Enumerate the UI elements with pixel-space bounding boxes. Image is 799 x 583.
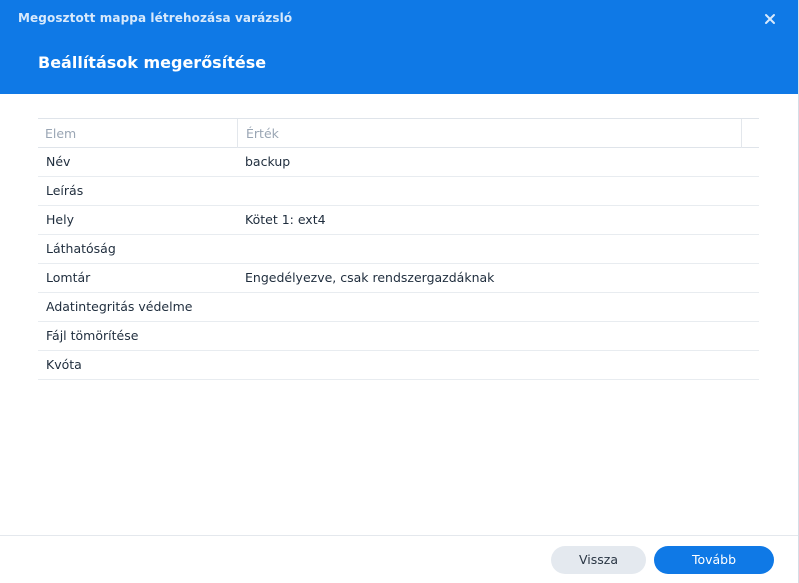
step-title: Beállítások megerősítése (38, 53, 267, 72)
close-button[interactable] (760, 9, 780, 29)
wizard-dialog: Megosztott mappa létrehozása varázsló Be… (0, 0, 799, 583)
column-header-item[interactable]: Elem (45, 119, 76, 148)
close-icon (765, 14, 775, 24)
row-value: Engedélyezve, csak rendszergazdáknak (245, 270, 495, 285)
table-row[interactable]: Adatintegritás védelme (38, 293, 759, 322)
row-item: Név (46, 154, 71, 169)
table-row[interactable]: Hely Kötet 1: ext4 (38, 206, 759, 235)
row-value: backup (245, 154, 291, 169)
column-header-value[interactable]: Érték (237, 119, 742, 148)
window-title: Megosztott mappa létrehozása varázsló (18, 11, 293, 25)
table-row[interactable]: Név backup (38, 148, 759, 177)
row-item: Hely (46, 212, 74, 227)
table-row[interactable]: Láthatóság (38, 235, 759, 264)
row-item: Kvóta (46, 357, 82, 372)
next-button[interactable]: Tovább (654, 546, 774, 574)
row-item: Leírás (46, 183, 84, 198)
settings-table: Elem Érték Név backup Leírás Hely Kötet … (38, 118, 759, 380)
row-item: Láthatóság (46, 241, 116, 256)
table-row[interactable]: Lomtár Engedélyezve, csak rendszergazdák… (38, 264, 759, 293)
table-header: Elem Érték (38, 118, 759, 148)
row-item: Fájl tömörítése (46, 328, 139, 343)
back-button[interactable]: Vissza (551, 546, 646, 574)
dialog-header: Megosztott mappa létrehozása varázsló Be… (0, 0, 798, 94)
row-item: Adatintegritás védelme (46, 299, 193, 314)
table-row[interactable]: Leírás (38, 177, 759, 206)
table-row[interactable]: Fájl tömörítése (38, 322, 759, 351)
footer-divider (0, 535, 798, 536)
row-value: Kötet 1: ext4 (245, 212, 326, 227)
table-row[interactable]: Kvóta (38, 351, 759, 380)
row-item: Lomtár (46, 270, 91, 285)
